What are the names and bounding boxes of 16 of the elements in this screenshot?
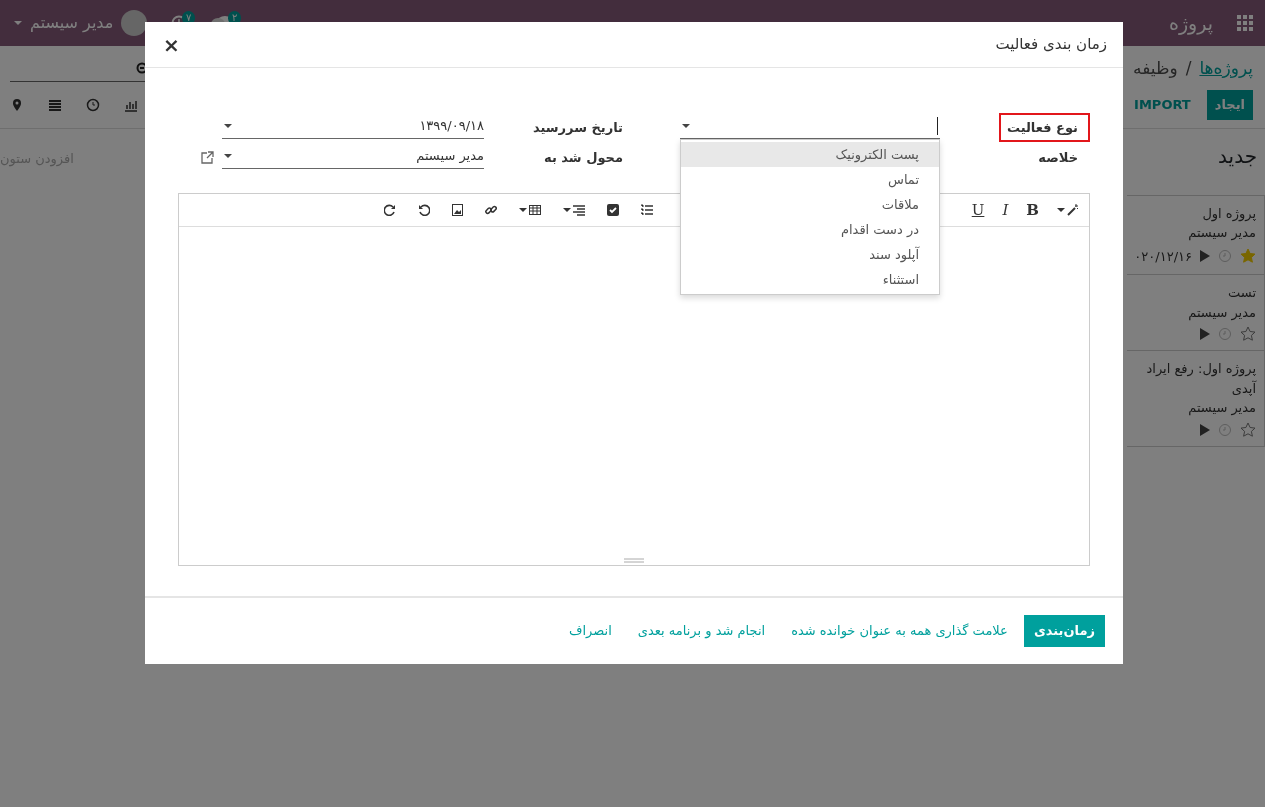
card-title: پروژه اول <box>1201 204 1256 223</box>
field-label: خلاصه <box>1037 148 1079 167</box>
dialog-title: زمان بندی فعالیت <box>995 34 1107 56</box>
card-assignee: مدیر سیستم <box>1187 224 1256 243</box>
card-assignee: مدیر سیستم <box>1187 303 1256 322</box>
field-label: نوع فعالیت <box>998 112 1090 143</box>
breadcrumb-current: وظیفه <box>1133 57 1178 81</box>
column-title: جدید <box>1217 142 1258 170</box>
field-label: تاریخ سررسید <box>532 118 624 137</box>
field-label: محول شد به <box>543 148 624 167</box>
card-assignee: مدیر سیستم <box>1187 399 1256 418</box>
card-date: ۰۲۰/۱۲/۱۶ <box>1134 247 1192 266</box>
app-title: پروژه <box>1168 10 1213 37</box>
card-title: پروژه اول: رفع ایراد آپدی <box>1145 360 1256 398</box>
card-title: تست <box>1227 284 1256 302</box>
breadcrumb-separator: / <box>1185 57 1192 81</box>
